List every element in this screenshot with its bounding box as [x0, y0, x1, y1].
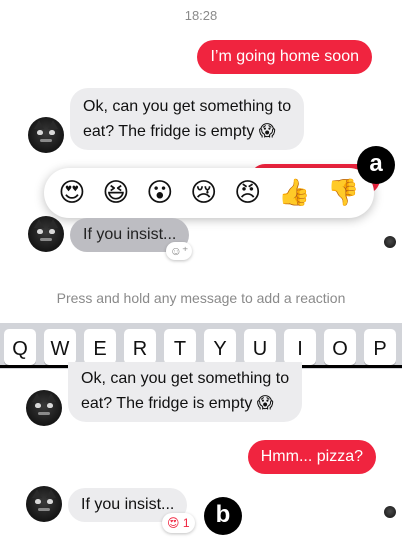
sad-reaction[interactable]: 😢	[190, 178, 217, 208]
key-u[interactable]: U	[244, 329, 276, 365]
contact-avatar[interactable]	[28, 117, 64, 153]
timestamp: 18:28	[184, 8, 218, 23]
key-t[interactable]: T	[164, 329, 196, 365]
key-e[interactable]: E	[84, 329, 116, 365]
wow-reaction[interactable]: 😮	[146, 178, 173, 208]
incoming-message-fridge-bottom[interactable]: Ok, can you get something to eat? The fr…	[68, 362, 303, 422]
message-line-2: eat? The fridge is empty 😱	[83, 123, 276, 140]
message-line-2: eat? The fridge is empty 😱	[81, 395, 274, 412]
add-reaction-icon[interactable]: ☺⁺	[166, 242, 192, 260]
laughing-reaction[interactable]: 😆	[102, 178, 129, 208]
heart-eyes-reaction[interactable]: 😍	[58, 178, 85, 208]
key-o[interactable]: O	[324, 329, 356, 365]
thumbs-down-reaction[interactable]: 👎	[327, 178, 359, 208]
contact-avatar-4[interactable]	[26, 486, 62, 522]
key-p[interactable]: P	[364, 329, 396, 365]
reaction-picker: 😍 😆 😮 😢 😠 👍 👎	[44, 168, 374, 218]
key-w[interactable]: W	[44, 329, 76, 365]
key-q[interactable]: Q	[4, 329, 36, 365]
key-r[interactable]: R	[124, 329, 156, 365]
outgoing-message-pizza[interactable]: Hmm... pizza?	[247, 440, 376, 474]
key-i[interactable]: I	[284, 329, 316, 365]
reaction-hint-text: Press and hold any message to add a reac…	[56, 290, 346, 306]
message-line-1: Ok, can you get something to	[81, 370, 290, 387]
incoming-message-fridge[interactable]: Ok, can you get something to eat? The fr…	[70, 88, 305, 150]
annotation-label-a: a	[357, 146, 395, 184]
outgoing-message-going-home[interactable]: I’m going home soon	[197, 40, 372, 74]
annotation-label-b: b	[204, 497, 242, 535]
message-reaction-chip[interactable]: 😍 1	[162, 513, 195, 533]
heart-eyes-reaction-icon: 😍	[167, 516, 180, 530]
contact-avatar-2[interactable]	[28, 216, 64, 252]
reaction-count: 1	[182, 516, 190, 530]
read-receipt-avatar	[384, 236, 396, 248]
key-y[interactable]: Y	[204, 329, 236, 365]
message-line-1: Ok, can you get something to	[83, 98, 292, 115]
angry-reaction[interactable]: 😠	[234, 178, 261, 208]
read-receipt-avatar-2	[384, 506, 396, 518]
thumbs-up-reaction[interactable]: 👍	[278, 178, 310, 208]
contact-avatar-3[interactable]	[26, 390, 62, 426]
